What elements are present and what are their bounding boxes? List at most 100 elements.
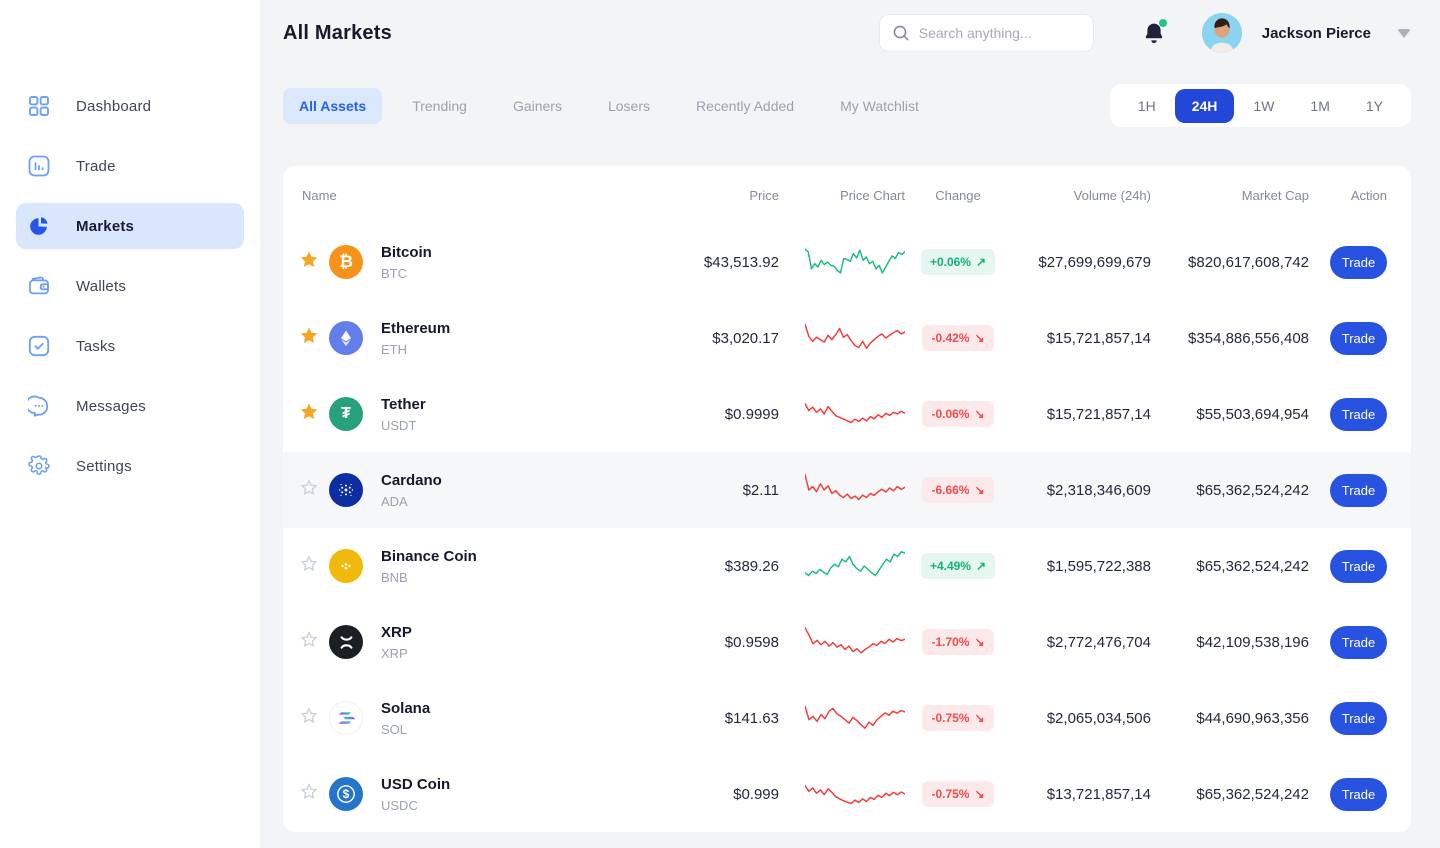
chevron-down-icon[interactable] bbox=[1397, 29, 1411, 38]
action-cell: Trade bbox=[1309, 550, 1387, 583]
table-row: $ USD Coin USDC $0.999 -0.75% ↘ $13,721,… bbox=[283, 756, 1411, 832]
price-cell: $3,020.17 bbox=[675, 330, 779, 347]
favorite-star-filled[interactable] bbox=[299, 250, 329, 275]
change-cell: -6.66% ↘ bbox=[905, 477, 1011, 503]
search-input[interactable] bbox=[919, 25, 1081, 41]
time-range-group: 1H24H1W1M1Y bbox=[1110, 84, 1411, 127]
change-badge: +0.06% ↗ bbox=[921, 249, 995, 275]
trade-button[interactable]: Trade bbox=[1330, 778, 1387, 811]
sidebar-item-label: Markets bbox=[76, 218, 134, 235]
column-header-action: Action bbox=[1309, 188, 1387, 203]
coin-name-cell: Tether USDT bbox=[381, 396, 675, 433]
favorite-star-filled[interactable] bbox=[299, 326, 329, 351]
coin-name: Binance Coin bbox=[381, 548, 675, 565]
trade-button[interactable]: Trade bbox=[1330, 550, 1387, 583]
coin-name: Solana bbox=[381, 700, 675, 717]
user-name: Jackson Pierce bbox=[1262, 25, 1371, 42]
change-badge: -0.75% ↘ bbox=[922, 705, 993, 731]
volume-cell: $13,721,857,14 bbox=[1011, 786, 1151, 803]
sidebar-item-tasks[interactable]: Tasks bbox=[16, 323, 244, 369]
coin-icon-cell bbox=[329, 625, 381, 659]
table-row: Binance Coin BNB $389.26 +4.49% ↗ $1,595… bbox=[283, 528, 1411, 604]
coin-icon-cell: ₮ bbox=[329, 397, 381, 431]
trade-button[interactable]: Trade bbox=[1330, 474, 1387, 507]
sidebar-item-markets[interactable]: Markets bbox=[16, 203, 244, 249]
tab-trending[interactable]: Trending bbox=[396, 88, 483, 124]
trade-button[interactable]: Trade bbox=[1330, 398, 1387, 431]
asset-tabs: All Assets Trending Gainers Losers Recently … bbox=[283, 88, 949, 124]
markets-icon bbox=[28, 215, 50, 237]
market-cap-cell: $65,362,524,242 bbox=[1151, 786, 1309, 803]
page-title: All Markets bbox=[283, 22, 392, 45]
tab-losers[interactable]: Losers bbox=[592, 88, 666, 124]
search-box[interactable] bbox=[879, 14, 1094, 52]
coin-symbol: XRP bbox=[381, 646, 675, 661]
action-cell: Trade bbox=[1309, 474, 1387, 507]
tab-all-assets[interactable]: All Assets bbox=[283, 88, 382, 124]
change-cell: +4.49% ↗ bbox=[905, 553, 1011, 579]
sidebar-item-settings[interactable]: Settings bbox=[16, 443, 244, 489]
sidebar-item-label: Tasks bbox=[76, 338, 115, 355]
volume-cell: $2,318,346,609 bbox=[1011, 482, 1151, 499]
coin-icon-cell bbox=[329, 549, 381, 583]
favorite-star-outline[interactable] bbox=[299, 478, 329, 503]
notification-dot bbox=[1159, 19, 1167, 27]
time-range-1y[interactable]: 1Y bbox=[1349, 89, 1400, 123]
price-cell: $0.9999 bbox=[675, 406, 779, 423]
time-range-24h[interactable]: 24H bbox=[1175, 89, 1235, 123]
market-cap-cell: $42,109,538,196 bbox=[1151, 634, 1309, 651]
price-chart-sparkline bbox=[779, 242, 905, 282]
trade-button[interactable]: Trade bbox=[1330, 246, 1387, 279]
price-cell: $43,513.92 bbox=[675, 254, 779, 271]
price-cell: $141.63 bbox=[675, 710, 779, 727]
trend-up-arrow-icon: ↗ bbox=[976, 255, 986, 269]
filter-row: All Assets Trending Gainers Losers Recently … bbox=[283, 84, 1411, 127]
avatar[interactable] bbox=[1202, 13, 1242, 53]
coin-icon-cell bbox=[329, 321, 381, 355]
change-cell: +0.06% ↗ bbox=[905, 249, 1011, 275]
trade-button[interactable]: Trade bbox=[1330, 702, 1387, 735]
time-range-1m[interactable]: 1M bbox=[1293, 89, 1346, 123]
change-badge: +4.49% ↗ bbox=[921, 553, 995, 579]
change-cell: -1.70% ↘ bbox=[905, 629, 1011, 655]
column-header-volume: Volume (24h) bbox=[1011, 188, 1151, 203]
sidebar-item-label: Dashboard bbox=[76, 98, 151, 115]
action-cell: Trade bbox=[1309, 398, 1387, 431]
trend-down-arrow-icon: ↘ bbox=[974, 711, 984, 725]
change-badge: -6.66% ↘ bbox=[922, 477, 993, 503]
favorite-star-outline[interactable] bbox=[299, 782, 329, 807]
coin-symbol: BTC bbox=[381, 266, 675, 281]
tab-gainers[interactable]: Gainers bbox=[497, 88, 578, 124]
sidebar-item-wallets[interactable]: Wallets bbox=[16, 263, 244, 309]
tab-my-watchlist[interactable]: My Watchlist bbox=[824, 88, 935, 124]
volume-cell: $2,772,476,704 bbox=[1011, 634, 1151, 651]
favorite-star-outline[interactable] bbox=[299, 554, 329, 579]
notification-bell-button[interactable] bbox=[1142, 21, 1166, 46]
sidebar-item-label: Messages bbox=[76, 398, 146, 415]
price-chart-sparkline bbox=[779, 318, 905, 358]
volume-cell: $27,699,699,679 bbox=[1011, 254, 1151, 271]
table-body: ₿ Bitcoin BTC $43,513.92 +0.06% ↗ $27,69… bbox=[283, 224, 1411, 832]
bnb-icon bbox=[329, 549, 363, 583]
favorite-star-outline[interactable] bbox=[299, 630, 329, 655]
favorite-star-outline[interactable] bbox=[299, 706, 329, 731]
time-range-1h[interactable]: 1H bbox=[1121, 89, 1173, 123]
trend-down-arrow-icon: ↘ bbox=[974, 407, 984, 421]
table-row: ₿ Bitcoin BTC $43,513.92 +0.06% ↗ $27,69… bbox=[283, 224, 1411, 300]
sidebar-item-label: Wallets bbox=[76, 278, 126, 295]
sidebar-item-dashboard[interactable]: Dashboard bbox=[16, 83, 244, 129]
volume-cell: $1,595,722,388 bbox=[1011, 558, 1151, 575]
trade-button[interactable]: Trade bbox=[1330, 626, 1387, 659]
tab-recently-added[interactable]: Recently Added bbox=[680, 88, 810, 124]
price-chart-sparkline bbox=[779, 394, 905, 434]
trade-button[interactable]: Trade bbox=[1330, 322, 1387, 355]
xrp-icon bbox=[329, 625, 363, 659]
table-header-row: Name Price Price Chart Change Volume (24… bbox=[283, 166, 1411, 224]
dashboard-icon bbox=[28, 95, 50, 117]
sidebar-item-messages[interactable]: Messages bbox=[16, 383, 244, 429]
time-range-1w[interactable]: 1W bbox=[1236, 89, 1291, 123]
favorite-star-filled[interactable] bbox=[299, 402, 329, 427]
price-cell: $0.999 bbox=[675, 786, 779, 803]
coin-symbol: SOL bbox=[381, 722, 675, 737]
sidebar-item-trade[interactable]: Trade bbox=[16, 143, 244, 189]
